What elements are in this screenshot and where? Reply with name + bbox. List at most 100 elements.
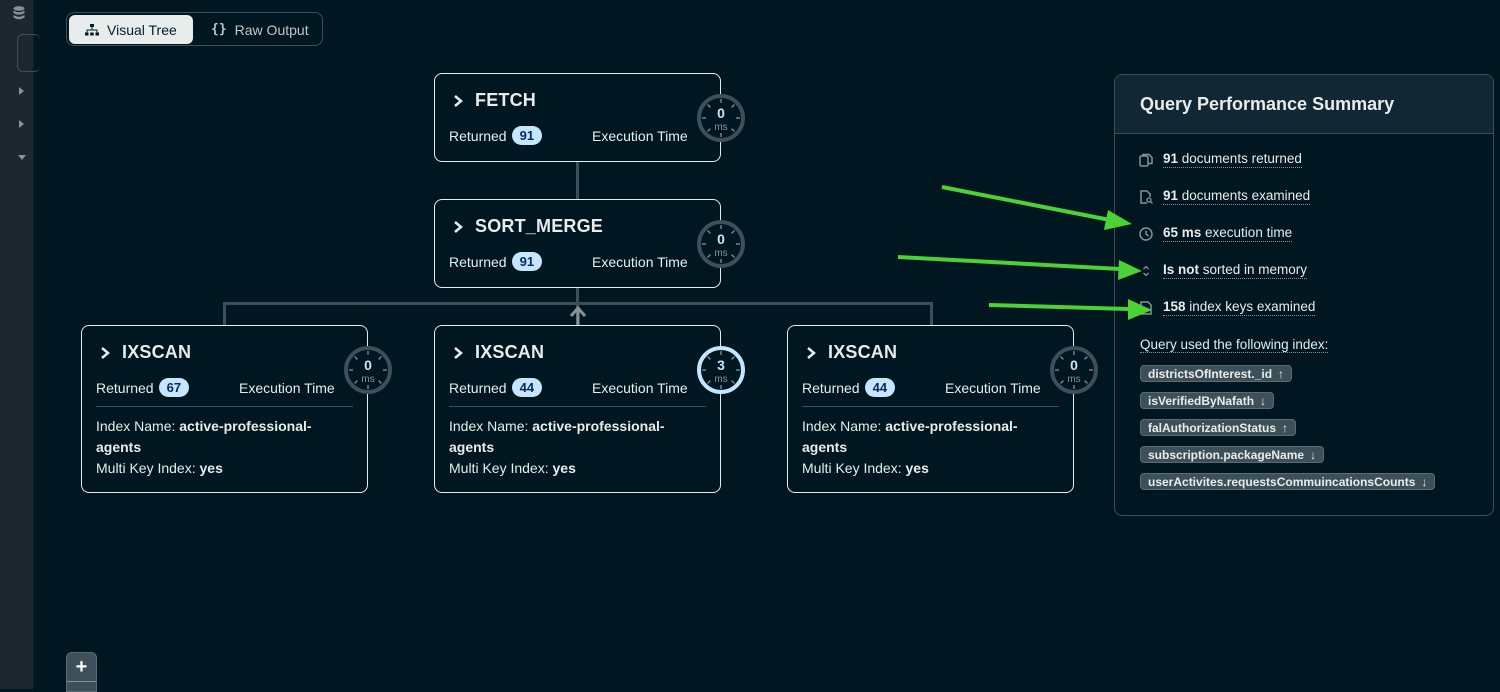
- returned-label: Returned: [96, 379, 154, 396]
- braces-icon: {}: [211, 22, 227, 37]
- execution-time-clock: 3 ms: [696, 345, 746, 395]
- index-field-name: falAuthorizationStatus: [1148, 420, 1276, 435]
- execution-time-unit: ms: [714, 248, 727, 259]
- chevron-right-icon[interactable]: [451, 346, 465, 360]
- index-field-chip: subscription.packageName ↓: [1140, 446, 1325, 463]
- tree-connector: [223, 302, 226, 326]
- stage-name: IXSCAN: [828, 342, 898, 362]
- arrow-down-icon: ↓: [1260, 393, 1267, 408]
- view-toggle: Visual Tree {} Raw Output: [66, 12, 323, 46]
- summary-text: index keys examined: [1185, 299, 1316, 314]
- multikey-label: Multi Key Index:: [449, 460, 553, 476]
- stage-card-fetch[interactable]: FETCH Returned 91 Execution Time: [434, 73, 721, 162]
- stopwatch-icon: 0ms: [344, 346, 392, 394]
- arrow-up-icon: ↑: [1282, 420, 1288, 435]
- clock-icon: [1139, 226, 1153, 241]
- zoom-in-button[interactable]: +: [67, 653, 96, 681]
- copy-documents-icon: [1139, 153, 1153, 167]
- returned-label: Returned: [802, 379, 860, 396]
- summary-value: 91: [1163, 188, 1179, 203]
- execution-time-clock: 0 ms: [343, 345, 393, 395]
- execution-time-value: 3: [717, 357, 725, 373]
- document-search-icon: [1140, 189, 1153, 204]
- sort-chevrons-icon: [1143, 265, 1149, 276]
- query-performance-summary: Query Performance Summary 91 documents r…: [1114, 74, 1494, 516]
- summary-text: execution time: [1201, 225, 1293, 240]
- arrow-up-icon: ↑: [1278, 366, 1285, 381]
- index-field-chip: falAuthorizationStatus ↑: [1140, 419, 1296, 436]
- chevron-right-icon[interactable]: [98, 346, 112, 360]
- visual-tree-tab[interactable]: Visual Tree: [69, 15, 193, 44]
- execution-time-label: Execution Time: [239, 380, 335, 396]
- summary-value: 158: [1163, 299, 1186, 314]
- returned-label: Returned: [449, 379, 507, 396]
- stage-card-ixscan[interactable]: IXSCAN Returned 44 Execution Time Index N…: [787, 325, 1074, 493]
- execution-time-unit: ms: [714, 374, 727, 385]
- summary-text: documents returned: [1178, 151, 1302, 166]
- execution-time-clock: 0 ms: [1049, 345, 1099, 395]
- stopwatch-icon: 0ms: [697, 220, 745, 268]
- index-document-icon: [1140, 300, 1152, 315]
- summary-value: 91: [1163, 151, 1179, 166]
- execution-time-label: Execution Time: [945, 380, 1041, 396]
- execution-time-value: 0: [1070, 357, 1078, 373]
- visual-tree-label: Visual Tree: [107, 21, 177, 38]
- divider: [67, 681, 96, 682]
- index-field-chip: isVerifiedByNafath ↓: [1140, 392, 1275, 409]
- execution-time-label: Execution Time: [592, 380, 688, 396]
- summary-value: Is not: [1163, 262, 1199, 277]
- returned-count-badge: 91: [511, 252, 543, 271]
- execution-time-label: Execution Time: [592, 254, 688, 270]
- divider: [96, 406, 353, 407]
- summary-text: documents examined: [1178, 188, 1311, 203]
- stage-card-ixscan[interactable]: IXSCAN Returned 67 Execution Time Index N…: [81, 325, 368, 493]
- index-field-chip: userActivites.requestsCommuincationsCoun…: [1140, 473, 1436, 490]
- zoom-controls: +: [66, 652, 97, 692]
- index-field-chip: districtsOfInterest._id ↑: [1140, 365, 1293, 382]
- stopwatch-icon: 3ms: [697, 346, 745, 394]
- index-name-label: Index Name:: [96, 418, 180, 434]
- execution-time-value: 0: [717, 105, 725, 121]
- stopwatch-icon: 0ms: [697, 94, 745, 142]
- index-field-name: subscription.packageName: [1148, 447, 1305, 462]
- execution-time-label: Execution Time: [592, 128, 688, 144]
- returned-count-badge: 44: [511, 378, 543, 397]
- stopwatch-icon: 0ms: [1050, 346, 1098, 394]
- chevron-right-icon[interactable]: [804, 346, 818, 360]
- index-used-label: Query used the following index:: [1140, 337, 1329, 353]
- summary-item-examined: 91 documents examined: [1139, 188, 1311, 205]
- index-field-name: userActivites.requestsCommuincationsCoun…: [1148, 474, 1416, 489]
- summary-value: 65 ms: [1163, 225, 1202, 240]
- summary-item-execution-time: 65 ms execution time: [1139, 225, 1293, 242]
- stage-name: FETCH: [475, 90, 536, 110]
- summary-title: Query Performance Summary: [1140, 94, 1395, 114]
- arrow-down-icon: ↓: [1421, 474, 1428, 489]
- index-name-label: Index Name:: [449, 418, 533, 434]
- raw-output-tab[interactable]: {} Raw Output: [195, 15, 321, 44]
- returned-label: Returned: [449, 127, 507, 144]
- stage-name: SORT_MERGE: [475, 216, 604, 236]
- caret-right-icon[interactable]: [19, 87, 24, 95]
- caret-down-icon[interactable]: [18, 155, 26, 160]
- divider: [449, 406, 706, 407]
- multikey-value: yes: [199, 460, 223, 476]
- chevron-right-icon[interactable]: [451, 220, 465, 234]
- execution-time-clock: 0 ms: [696, 219, 746, 269]
- raw-output-label: Raw Output: [234, 21, 309, 38]
- arrow-down-icon: ↓: [1310, 447, 1317, 462]
- execution-time-unit: ms: [714, 122, 727, 133]
- multikey-value: yes: [552, 460, 576, 476]
- stage-card-sort-merge[interactable]: SORT_MERGE Returned 91 Execution Time: [434, 199, 721, 288]
- index-field-name: districtsOfInterest._id: [1148, 366, 1273, 381]
- caret-right-icon[interactable]: [19, 120, 24, 128]
- chevron-right-icon[interactable]: [451, 94, 465, 108]
- execution-time-value: 0: [717, 231, 725, 247]
- multikey-label: Multi Key Index:: [802, 460, 906, 476]
- database-icon[interactable]: [13, 6, 25, 20]
- tree-icon: [85, 23, 99, 35]
- stage-card-ixscan[interactable]: IXSCAN Returned 44 Execution Time Index N…: [434, 325, 721, 493]
- multikey-label: Multi Key Index:: [96, 460, 200, 476]
- returned-count-badge: 91: [511, 126, 543, 145]
- sidebar-search-box[interactable]: [17, 34, 40, 72]
- summary-text: sorted in memory: [1199, 262, 1308, 277]
